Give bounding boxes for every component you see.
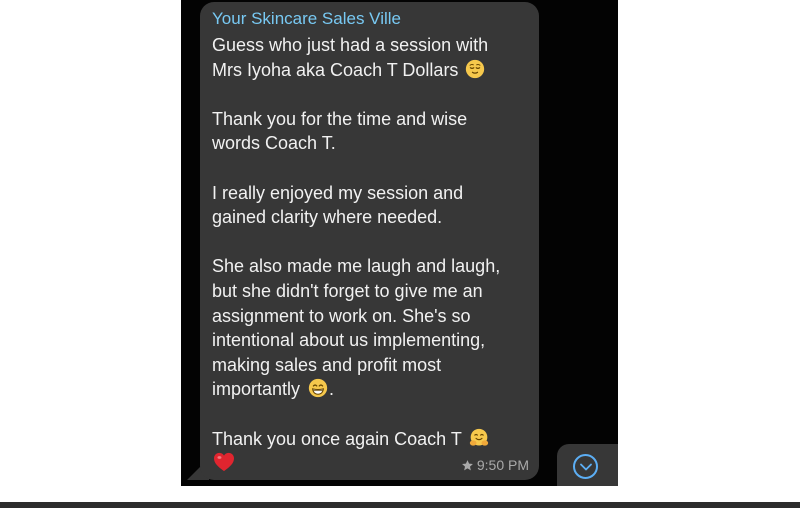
message-line: intentional about us implementing, [212, 330, 486, 351]
message-line: She also made me laugh and laugh, [212, 256, 501, 277]
message-line: Mrs Iyoha aka Coach T Dollars [212, 58, 527, 83]
message-line: words Coach T. [212, 133, 336, 154]
relieved-face-emoji [466, 59, 485, 78]
red-heart-emoji [214, 453, 234, 472]
message-line: gained clarity where needed. [212, 207, 443, 228]
star-icon [461, 459, 473, 470]
message-line: assignment to work on. She's so [212, 305, 471, 326]
message-line: I really enjoyed my session and [212, 182, 464, 203]
message-bubble[interactable]: Your Skincare Sales Ville Guess who just… [200, 2, 539, 480]
grinning-face-emoji [308, 379, 328, 398]
message-line: Thank you for the time and wise [212, 108, 468, 129]
message-time: 9:50 PM [476, 457, 529, 473]
chat-screenshot: Your Skincare Sales Ville Guess who just… [181, 0, 618, 486]
message-body: Guess who just had a session with Mrs Iy… [212, 33, 527, 476]
message-line: Guess who just had a session with [212, 35, 489, 55]
hugging-face-emoji [469, 428, 488, 446]
message-line: making sales and profit most [212, 354, 442, 375]
message-meta: 9:50 PM [461, 457, 529, 473]
sender-name[interactable]: Your Skincare Sales Ville [212, 9, 527, 28]
message-line: importantly . [212, 379, 335, 400]
message-line: but she didn't forget to give me an [212, 280, 483, 301]
scroll-to-bottom-button[interactable] [573, 454, 598, 479]
chevron-down-icon [579, 463, 592, 470]
bottom-divider [0, 502, 800, 508]
message-line: Thank you once again Coach T [212, 427, 527, 452]
